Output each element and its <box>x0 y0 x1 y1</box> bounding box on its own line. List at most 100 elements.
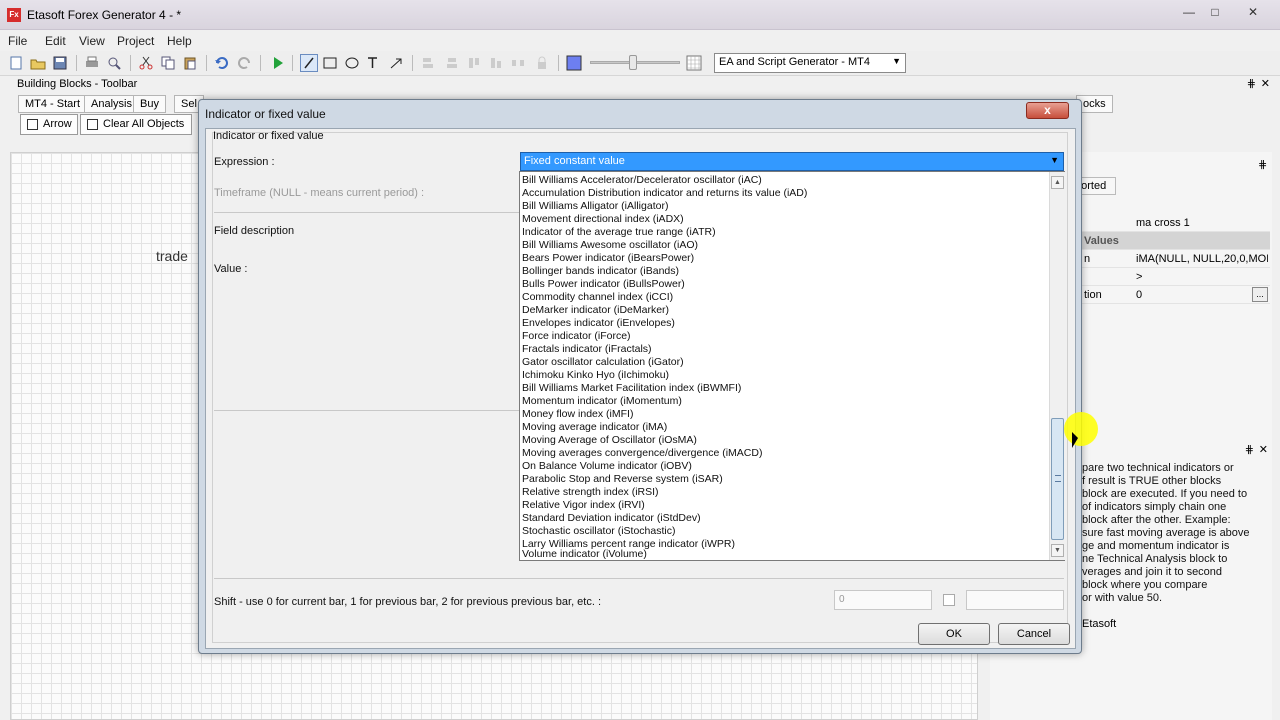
rectangle-tool-icon[interactable] <box>322 55 338 71</box>
zoom-slider-thumb[interactable] <box>629 55 637 70</box>
save-icon[interactable] <box>52 55 68 71</box>
list-item[interactable]: Commodity channel index (iCCI) <box>522 291 1048 304</box>
close-window-button[interactable]: ✕ <box>1240 3 1266 21</box>
prop-expression-value: iMA(NULL, NULL,20,0,MODE <box>1136 253 1268 265</box>
list-item[interactable]: Gator oscillator calculation (iGator) <box>522 356 1048 369</box>
list-item[interactable]: Envelopes indicator (iEnvelopes) <box>522 317 1048 330</box>
scroll-up-icon[interactable]: ▲ <box>1051 176 1064 189</box>
list-item[interactable]: Moving averages convergence/divergence (… <box>522 447 1048 460</box>
list-item[interactable]: Standard Deviation indicator (iStdDev) <box>522 512 1048 525</box>
tab-buy[interactable]: Buy <box>133 95 166 113</box>
shift-checkbox[interactable] <box>943 594 955 606</box>
expression-select[interactable]: Fixed constant value ▼ <box>520 152 1064 171</box>
prop-row-condition[interactable]: tion 0 ... <box>1070 286 1270 304</box>
align-left-icon[interactable] <box>420 55 436 71</box>
prop-row-expression[interactable]: n iMA(NULL, NULL,20,0,MODE <box>1070 250 1270 268</box>
prop-row-operator[interactable]: > <box>1070 268 1270 286</box>
properties-pin-icon[interactable]: ⋕ <box>1258 158 1267 171</box>
cancel-button[interactable]: Cancel <box>998 623 1070 645</box>
list-item[interactable]: Moving Average of Oscillator (iOsMA) <box>522 434 1048 447</box>
print-icon[interactable] <box>84 55 100 71</box>
distribute-icon[interactable] <box>510 55 526 71</box>
menu-view[interactable]: View <box>79 34 105 48</box>
list-item[interactable]: Accumulation Distribution indicator and … <box>522 187 1048 200</box>
cut-icon[interactable] <box>138 55 154 71</box>
menu-file[interactable]: File <box>8 34 27 48</box>
scroll-down-icon[interactable]: ▼ <box>1051 544 1064 557</box>
list-item[interactable]: Bill Williams Alligator (iAlligator) <box>522 200 1048 213</box>
scrollbar-thumb[interactable] <box>1051 418 1064 540</box>
prop-operator-value: > <box>1136 271 1143 283</box>
new-project-icon[interactable] <box>8 55 24 71</box>
dialog-close-button[interactable]: x <box>1026 102 1069 119</box>
zoom-slider[interactable] <box>590 55 680 70</box>
menu-project[interactable]: Project <box>117 34 154 48</box>
text-tool-icon[interactable] <box>366 55 382 71</box>
list-item[interactable]: Bill Williams Accelerator/Decelerator os… <box>522 174 1048 187</box>
list-item[interactable]: Parabolic Stop and Reverse system (iSAR) <box>522 473 1048 486</box>
list-item[interactable]: Volume indicator (iVolume) <box>522 548 1048 561</box>
shift-extra-input[interactable] <box>966 590 1064 610</box>
list-item[interactable]: Money flow index (iMFI) <box>522 408 1048 421</box>
prop-condition-value: 0 <box>1136 289 1143 301</box>
divider-1 <box>214 212 519 213</box>
list-item[interactable]: Bill Williams Market Facilitation index … <box>522 382 1048 395</box>
grid-toggle-icon[interactable] <box>686 55 702 71</box>
list-item[interactable]: Momentum indicator (iMomentum) <box>522 395 1048 408</box>
divider-2 <box>214 410 519 411</box>
align-bottom-icon[interactable] <box>488 55 504 71</box>
dropdown-scrollbar[interactable]: ▲ ▼ <box>1049 172 1065 560</box>
list-item[interactable]: Bears Power indicator (iBearsPower) <box>522 252 1048 265</box>
minimize-button[interactable]: — <box>1176 3 1202 21</box>
ellipse-tool-icon[interactable] <box>344 55 360 71</box>
canvas-block-label[interactable]: trade <box>156 248 188 264</box>
menu-help[interactable]: Help <box>167 34 192 48</box>
align-top-icon[interactable] <box>466 55 482 71</box>
list-item[interactable]: Stochastic oscillator (iStochastic) <box>522 525 1048 538</box>
pointer-tool-icon[interactable] <box>300 54 318 72</box>
list-item[interactable]: Fractals indicator (iFractals) <box>522 343 1048 356</box>
list-item[interactable]: DeMarker indicator (iDeMarker) <box>522 304 1048 317</box>
ok-button[interactable]: OK <box>918 623 990 645</box>
clear-all-objects-button[interactable]: Clear All Objects <box>80 114 192 135</box>
list-item[interactable]: Bollinger bands indicator (iBands) <box>522 265 1048 278</box>
redo-icon[interactable] <box>236 55 252 71</box>
maximize-button[interactable]: □ <box>1202 3 1228 21</box>
color-fill-icon[interactable] <box>566 55 582 71</box>
list-item[interactable]: Moving average indicator (iMA) <box>522 421 1048 434</box>
close-panel-icon[interactable]: ✕ <box>1261 77 1270 90</box>
ellipsis-button[interactable]: ... <box>1252 287 1268 302</box>
list-item[interactable]: Indicator of the average true range (iAT… <box>522 226 1048 239</box>
list-item[interactable]: Movement directional index (iADX) <box>522 213 1048 226</box>
tab-analysis[interactable]: Analysis <box>84 95 139 113</box>
list-item[interactable]: Bill Williams Awesome oscillator (iAO) <box>522 239 1048 252</box>
list-item[interactable]: Relative strength index (iRSI) <box>522 486 1048 499</box>
print-preview-icon[interactable] <box>106 55 122 71</box>
field-description-label: Field description <box>214 225 295 237</box>
arrow-button[interactable]: Arrow <box>20 114 78 135</box>
clear-label: Clear All Objects <box>103 118 185 130</box>
list-item[interactable]: Relative Vigor index (iRVI) <box>522 499 1048 512</box>
paste-icon[interactable] <box>182 55 198 71</box>
undo-icon[interactable] <box>214 55 230 71</box>
align-center-icon[interactable] <box>444 55 460 71</box>
open-folder-icon[interactable] <box>30 55 46 71</box>
pin-icon[interactable]: ⋕ <box>1247 77 1256 90</box>
generator-select[interactable]: EA and Script Generator - MT4 ▼ <box>714 53 906 73</box>
list-item[interactable]: On Balance Volume indicator (iOBV) <box>522 460 1048 473</box>
prop-category-values[interactable]: Values <box>1070 232 1270 250</box>
list-item[interactable]: Ichimoku Kinko Hyo (iIchimoku) <box>522 369 1048 382</box>
menu-edit[interactable]: Edit <box>45 34 66 48</box>
copy-icon[interactable] <box>160 55 176 71</box>
arrow-tool-icon[interactable] <box>388 55 404 71</box>
help-pin-icon[interactable]: ⋕ <box>1245 443 1254 456</box>
list-item[interactable]: Bulls Power indicator (iBullsPower) <box>522 278 1048 291</box>
tab-mt4-start[interactable]: MT4 - Start <box>18 95 88 113</box>
shift-input[interactable]: 0 <box>834 590 932 610</box>
run-play-icon[interactable] <box>270 55 286 71</box>
chevron-down-icon: ▼ <box>892 56 901 66</box>
list-item[interactable]: Force indicator (iForce) <box>522 330 1048 343</box>
prop-row-name[interactable]: ma cross 1 <box>1070 214 1270 232</box>
help-close-icon[interactable]: ✕ <box>1259 443 1268 456</box>
lock-icon[interactable] <box>534 55 550 71</box>
